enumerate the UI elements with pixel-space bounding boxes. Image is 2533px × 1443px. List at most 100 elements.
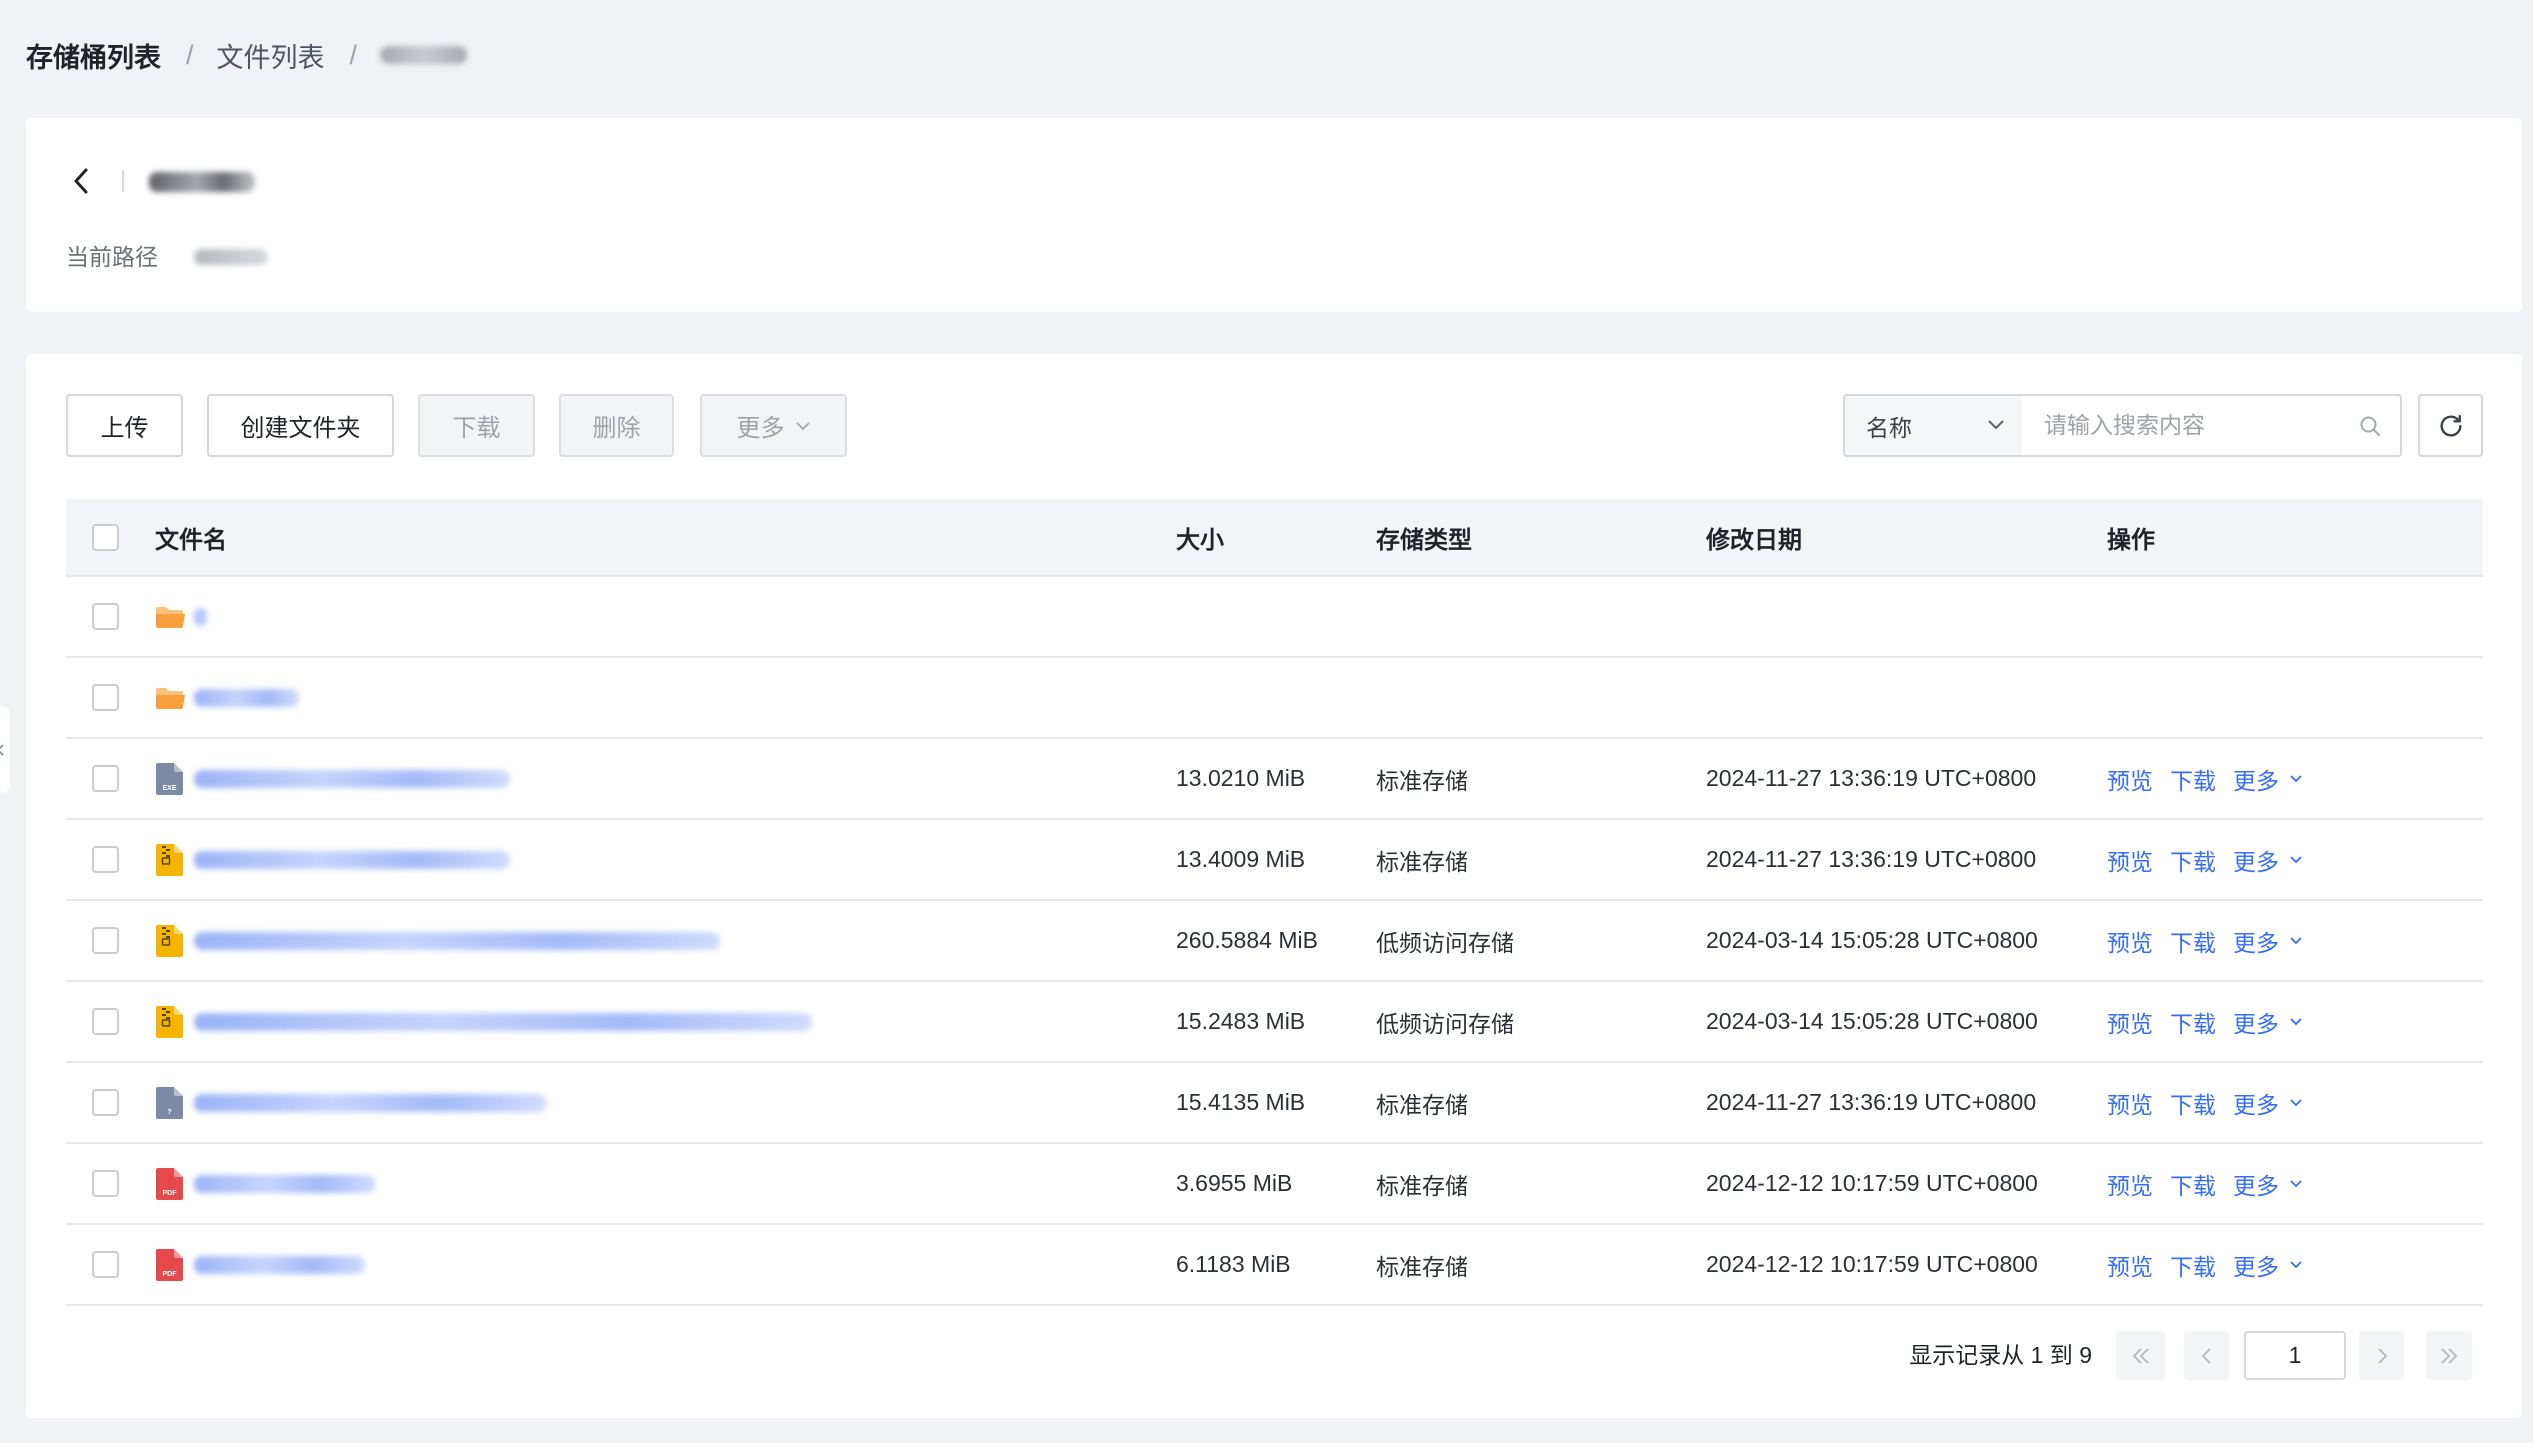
folder-row[interactable] [66,577,2483,658]
preview-link[interactable]: 预览 [2107,762,2153,796]
preview-link[interactable]: 预览 [2107,924,2153,958]
unknown-file-icon: ? [156,1086,186,1119]
chevron-down-icon [1986,418,2006,432]
preview-link[interactable]: 预览 [2107,1248,2153,1282]
preview-link[interactable]: 预览 [2107,1005,2153,1039]
delete-button[interactable]: 删除 [559,394,674,457]
search-input[interactable] [2022,396,2364,455]
sidebar-expand-handle[interactable] [0,706,10,793]
back-button[interactable] [64,162,98,200]
row-checkbox[interactable] [92,1251,119,1278]
more-dropdown-button[interactable]: 更多 [700,394,847,457]
more-button-label: 更多 [736,415,785,442]
actions-cell: 预览 下载 更多 [2107,843,2483,877]
row-checkbox[interactable] [92,846,119,873]
row-checkbox[interactable] [92,684,119,711]
refresh-button[interactable] [2418,394,2483,457]
name-cell [155,1005,1176,1038]
pdf-file-icon: PDF [156,1167,186,1200]
more-actions-dropdown[interactable]: 更多 [2233,843,2303,877]
download-link[interactable]: 下载 [2170,762,2216,796]
row-checkbox[interactable] [92,927,119,954]
zip-file-icon [156,843,186,876]
more-actions-dropdown[interactable]: 更多 [2233,1005,2303,1039]
chevron-down-icon [2289,1260,2303,1269]
file-name-link-redacted[interactable] [194,850,510,869]
file-name-link-redacted[interactable] [194,1255,365,1274]
file-name-link-redacted[interactable] [194,1174,375,1193]
create-folder-button[interactable]: 创建文件夹 [207,394,394,457]
first-page-button[interactable] [2116,1331,2165,1380]
file-row[interactable]: PDF 6.1183 MiB 标准存储 2024-12-12 10:17:59 … [66,1225,2483,1306]
search-icon[interactable] [2358,414,2382,438]
file-name-link-redacted[interactable] [194,1093,546,1112]
page-number-input[interactable] [2244,1331,2346,1380]
name-cell [155,843,1176,876]
file-row[interactable]: PDF 3.6955 MiB 标准存储 2024-12-12 10:17:59 … [66,1144,2483,1225]
download-button[interactable]: 下载 [418,394,535,457]
folder-icon [156,687,186,709]
bucket-title-redacted [149,172,255,192]
storage-class-cell: 标准存储 [1376,848,1468,875]
previous-page-button[interactable] [2184,1331,2229,1380]
download-link[interactable]: 下载 [2170,1086,2216,1120]
upload-button[interactable]: 上传 [66,394,183,457]
preview-link[interactable]: 预览 [2107,843,2153,877]
more-actions-dropdown[interactable]: 更多 [2233,762,2303,796]
bucket-header-card: 当前路径 [26,118,2522,312]
icon-label: ? [167,1109,171,1116]
name-cell: PDF [155,1248,1176,1281]
breadcrumb-file-list[interactable]: 文件列表 [217,36,325,75]
icon-label: EXE [162,785,176,792]
actions-cell: 预览 下载 更多 [2107,1248,2483,1282]
size-cell: 13.4009 MiB [1176,846,1306,872]
next-page-button[interactable] [2359,1331,2404,1380]
icon-label: PDF [163,1271,178,1278]
file-row[interactable]: ? 15.4135 MiB 标准存储 2024-11-27 13:36:19 U… [66,1063,2483,1144]
file-name-link-redacted[interactable] [194,769,510,788]
double-chevron-left-icon [2131,1346,2151,1366]
download-link[interactable]: 下载 [2170,1167,2216,1201]
actions-cell: 预览 下载 更多 [2107,762,2483,796]
last-page-button[interactable] [2426,1331,2472,1380]
folder-name-link-redacted[interactable] [194,688,299,707]
size-cell: 13.0210 MiB [1176,765,1306,791]
row-checkbox-cell [66,603,155,630]
file-name-link-redacted[interactable] [194,931,720,950]
row-checkbox[interactable] [92,603,119,630]
download-link[interactable]: 下载 [2170,843,2216,877]
folder-name-link-redacted[interactable] [194,607,207,626]
row-checkbox[interactable] [92,1089,119,1116]
folder-row[interactable] [66,658,2483,739]
column-header-size: 大小 [1176,526,1224,554]
download-link[interactable]: 下载 [2170,924,2216,958]
row-checkbox[interactable] [92,1008,119,1035]
chevron-down-icon [2289,774,2303,783]
pagination-summary: 显示记录从 1 到 9 [1909,1342,2092,1368]
download-link[interactable]: 下载 [2170,1248,2216,1282]
breadcrumb-separator: / [186,39,194,70]
chevron-down-icon [2289,936,2303,945]
breadcrumb-bucket-list[interactable]: 存储桶列表 [26,36,161,75]
select-all-checkbox[interactable] [92,523,119,551]
more-actions-dropdown[interactable]: 更多 [2233,1086,2303,1120]
more-actions-dropdown[interactable]: 更多 [2233,1167,2303,1201]
search-field-select[interactable]: 名称 [1843,394,2024,457]
more-actions-dropdown[interactable]: 更多 [2233,1248,2303,1282]
row-checkbox-cell [66,846,155,873]
row-checkbox-cell [66,684,155,711]
row-checkbox[interactable] [92,765,119,792]
file-row[interactable]: EXE 13.0210 MiB 标准存储 2024-11-27 13:36:19… [66,739,2483,820]
file-row[interactable]: 260.5884 MiB 低频访问存储 2024-03-14 15:05:28 … [66,901,2483,982]
chevron-down-icon [2289,1179,2303,1188]
icon-label: PDF [163,1190,178,1197]
file-row[interactable]: 15.2483 MiB 低频访问存储 2024-03-14 15:05:28 U… [66,982,2483,1063]
file-row[interactable]: 13.4009 MiB 标准存储 2024-11-27 13:36:19 UTC… [66,820,2483,901]
row-checkbox[interactable] [92,1170,119,1197]
file-name-link-redacted[interactable] [194,1012,812,1031]
preview-link[interactable]: 预览 [2107,1086,2153,1120]
download-link[interactable]: 下载 [2170,1005,2216,1039]
more-actions-dropdown[interactable]: 更多 [2233,924,2303,958]
column-header-modified: 修改日期 [1706,526,1802,554]
preview-link[interactable]: 预览 [2107,1167,2153,1201]
